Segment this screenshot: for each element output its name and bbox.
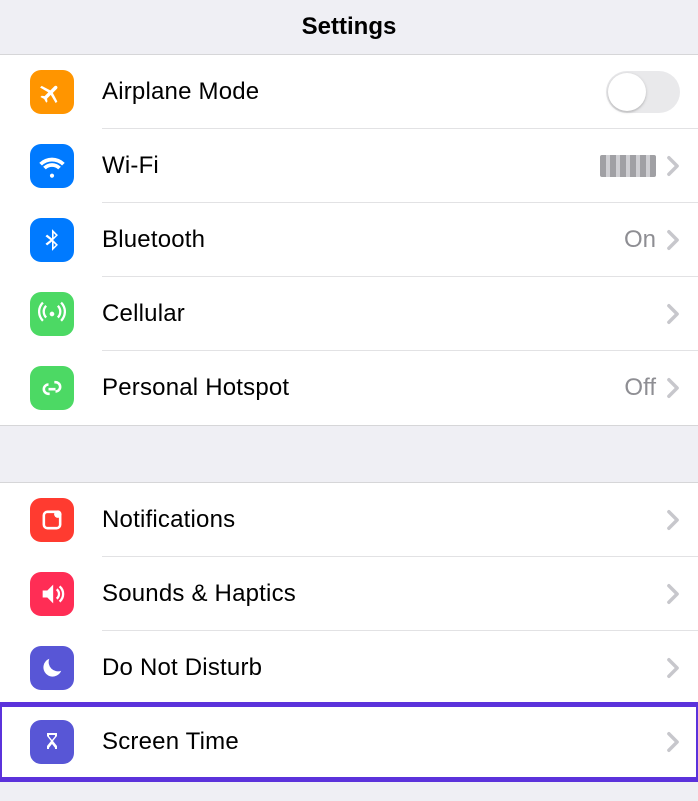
row-bluetooth[interactable]: Bluetooth On	[0, 203, 698, 277]
wifi-icon	[30, 144, 74, 188]
chevron-right-icon	[666, 509, 680, 531]
chevron-right-icon	[666, 657, 680, 679]
row-label: Bluetooth	[102, 226, 624, 254]
airplane-toggle[interactable]	[606, 71, 680, 113]
wifi-value-redacted	[600, 155, 656, 177]
hourglass-icon	[30, 720, 74, 764]
row-label: Do Not Disturb	[102, 654, 666, 682]
settings-section-general: Notifications Sounds & Haptics Do Not Di…	[0, 482, 698, 780]
row-do-not-disturb[interactable]: Do Not Disturb	[0, 631, 698, 705]
bluetooth-value: On	[624, 226, 656, 254]
toggle-knob	[608, 73, 646, 111]
chevron-right-icon	[666, 155, 680, 177]
row-wifi[interactable]: Wi-Fi	[0, 129, 698, 203]
row-airplane-mode[interactable]: Airplane Mode	[0, 55, 698, 129]
settings-section-connectivity: Airplane Mode Wi-Fi Bluetooth On Cellula…	[0, 54, 698, 426]
chevron-right-icon	[666, 377, 680, 399]
row-personal-hotspot[interactable]: Personal Hotspot Off	[0, 351, 698, 425]
airplane-icon	[30, 70, 74, 114]
chevron-right-icon	[666, 229, 680, 251]
chevron-right-icon	[666, 731, 680, 753]
row-label: Cellular	[102, 300, 666, 328]
row-label: Wi-Fi	[102, 152, 600, 180]
cellular-icon	[30, 292, 74, 336]
bluetooth-icon	[30, 218, 74, 262]
notifications-icon	[30, 498, 74, 542]
page-title: Settings	[302, 13, 397, 41]
row-label: Personal Hotspot	[102, 374, 624, 402]
hotspot-icon	[30, 366, 74, 410]
settings-header: Settings	[0, 0, 698, 54]
row-label: Notifications	[102, 506, 666, 534]
row-label: Airplane Mode	[102, 78, 606, 106]
row-screen-time[interactable]: Screen Time	[0, 705, 698, 779]
chevron-right-icon	[666, 583, 680, 605]
moon-icon	[30, 646, 74, 690]
sounds-icon	[30, 572, 74, 616]
row-cellular[interactable]: Cellular	[0, 277, 698, 351]
row-label: Sounds & Haptics	[102, 580, 666, 608]
chevron-right-icon	[666, 303, 680, 325]
row-label: Screen Time	[102, 728, 666, 756]
row-notifications[interactable]: Notifications	[0, 483, 698, 557]
hotspot-value: Off	[624, 374, 656, 402]
row-sounds-haptics[interactable]: Sounds & Haptics	[0, 557, 698, 631]
